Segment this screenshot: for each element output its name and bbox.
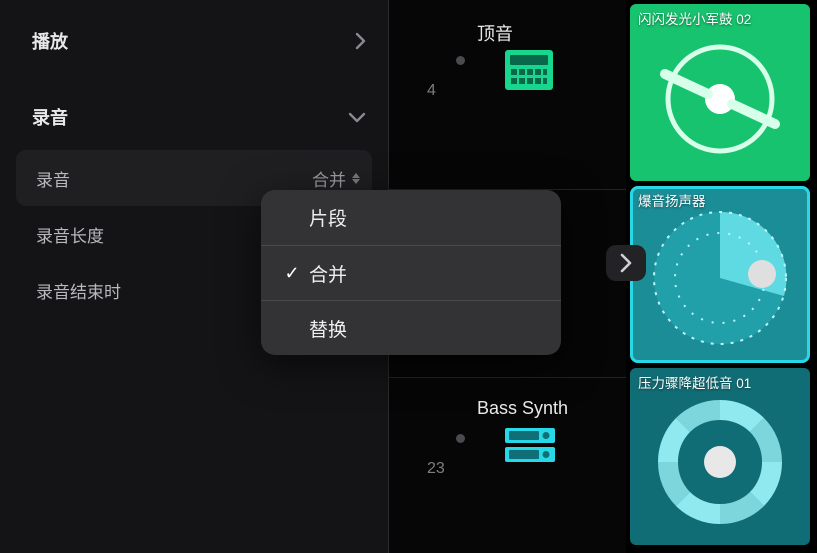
chevron-right-icon [355, 32, 366, 50]
record-end-label: 录音结束时 [36, 278, 121, 303]
synth-rack-icon [505, 428, 555, 467]
record-length-label: 录音长度 [36, 222, 104, 247]
clip-cell[interactable]: 闪闪发光小军鼓 02 [630, 4, 810, 181]
drum-machine-icon [505, 50, 553, 95]
clip-waveform-icon [630, 186, 810, 363]
track-name: 顶音 [477, 20, 513, 46]
track-number: 23 [427, 460, 445, 478]
record-arm-icon[interactable] [456, 434, 465, 443]
record-mode-value: 合并 [312, 166, 346, 191]
track-header[interactable]: Bass Synth 23 [389, 378, 626, 553]
menu-item-label: 替换 [305, 315, 347, 342]
track-header[interactable]: 顶音 4 [389, 0, 626, 190]
clip-column: 闪闪发光小军鼓 02 爆音扬声器 压力骤降超低音 01 [626, 0, 817, 553]
playback-section-header[interactable]: 播放 [0, 18, 388, 64]
record-mode-label: 录音 [36, 166, 70, 191]
menu-item-merge[interactable]: ✓ 合并 [261, 245, 561, 300]
menu-item-label: 片段 [305, 204, 347, 231]
clip-title: 压力骤降超低音 01 [638, 372, 751, 392]
check-icon: ✓ [279, 263, 305, 284]
clip-cell[interactable]: 爆音扬声器 [630, 186, 810, 363]
playback-label: 播放 [32, 28, 68, 54]
clip-title: 闪闪发光小军鼓 02 [638, 8, 751, 28]
chevron-down-icon [348, 112, 366, 123]
clip-waveform-icon [630, 368, 810, 545]
record-section-header[interactable]: 录音 [0, 94, 388, 140]
expand-button[interactable] [606, 245, 646, 281]
record-arm-icon[interactable] [456, 56, 465, 65]
clip-title: 爆音扬声器 [638, 190, 706, 210]
menu-item-label: 合并 [305, 260, 347, 287]
record-section-label: 录音 [32, 104, 68, 130]
clip-waveform-icon [630, 4, 810, 181]
record-mode-menu: 片段 ✓ 合并 替换 [261, 190, 561, 355]
track-number: 4 [427, 82, 436, 100]
menu-item-replace[interactable]: 替换 [261, 300, 561, 355]
updown-icon [352, 173, 360, 184]
track-name: Bass Synth [477, 398, 568, 419]
clip-cell[interactable]: 压力骤降超低音 01 [630, 368, 810, 545]
menu-item-take[interactable]: 片段 [261, 190, 561, 245]
